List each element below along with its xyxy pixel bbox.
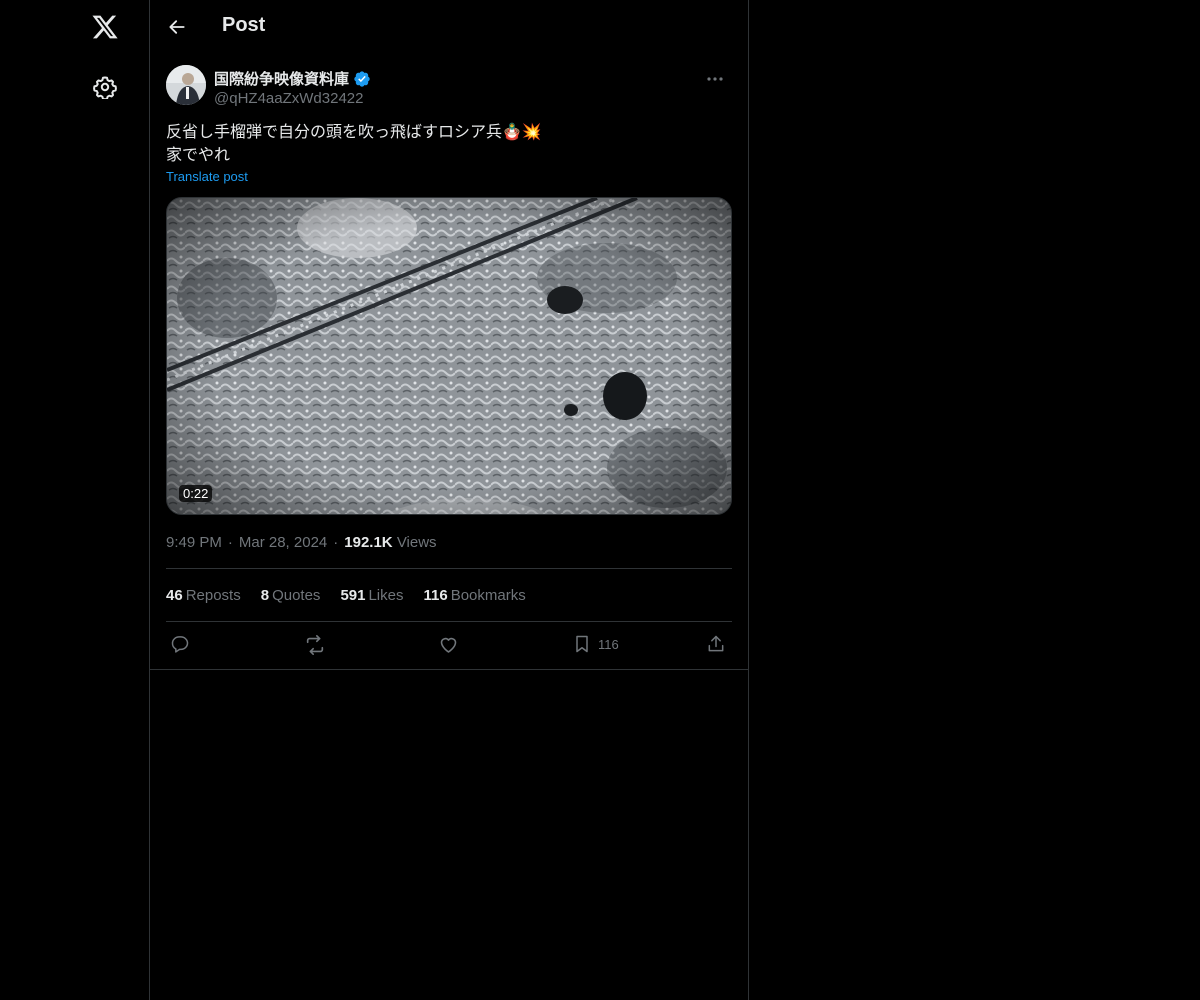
post-text-line: 家でやれ xyxy=(166,147,231,164)
meta-separator: · xyxy=(333,533,339,551)
more-options-button[interactable] xyxy=(698,64,732,94)
back-button[interactable] xyxy=(160,10,194,44)
quotes-count: 8 xyxy=(260,586,270,604)
quotes-stat[interactable]: 8 Quotes xyxy=(261,587,321,604)
post-actions: 116 xyxy=(150,622,748,670)
likes-label: Likes xyxy=(368,586,404,604)
post-stats: 46 Reposts 8 Quotes 591 Likes 116 Bookmarks xyxy=(166,568,732,622)
main-column: Post 国際紛争映像資料庫 @qHZ4aaZxWd32422 反省し手榴弾で自… xyxy=(150,0,749,1000)
views-label: Views xyxy=(396,533,437,551)
author-display-name[interactable]: 国際紛争映像資料庫 xyxy=(214,68,349,89)
bookmark-icon xyxy=(576,635,588,653)
post: 国際紛争映像資料庫 @qHZ4aaZxWd32422 反省し手榴弾で自分の頭を吹… xyxy=(150,64,748,670)
like-button[interactable] xyxy=(438,634,459,655)
bookmarks-label: Bookmarks xyxy=(450,586,526,604)
back-arrow-icon xyxy=(169,20,185,34)
x-logo-icon xyxy=(92,15,118,39)
share-icon xyxy=(708,635,724,652)
author-name-row: 国際紛争映像資料庫 xyxy=(214,68,371,89)
post-meta: 9:49 PM · Mar 28, 2024 · 192.1K Views xyxy=(166,532,732,552)
settings-button[interactable] xyxy=(81,63,129,111)
video-player[interactable]: 0:22 xyxy=(166,197,732,515)
x-logo-button[interactable] xyxy=(81,3,129,51)
avatar[interactable] xyxy=(166,65,206,105)
quotes-label: Quotes xyxy=(272,586,321,604)
meta-separator: · xyxy=(227,533,233,551)
bookmark-button[interactable]: 116 xyxy=(572,634,619,654)
video-duration-badge: 0:22 xyxy=(179,485,213,502)
more-dots-icon xyxy=(707,77,723,81)
author-handle[interactable]: @qHZ4aaZxWd32422 xyxy=(214,90,363,107)
post-text: 反省し手榴弾で自分の頭を吹っ飛ばすロシア兵🪆💥 家でやれ xyxy=(166,121,732,167)
heart-icon xyxy=(440,637,457,653)
bookmarks-stat[interactable]: 116 Bookmarks xyxy=(424,587,526,604)
reposts-stat[interactable]: 46 Reposts xyxy=(166,587,241,604)
repost-button[interactable] xyxy=(304,634,326,656)
views-count: 192.1K xyxy=(344,533,393,551)
likes-stat[interactable]: 591 Likes xyxy=(340,587,403,604)
share-button[interactable] xyxy=(706,634,726,654)
post-text-line: 反省し手榴弾で自分の頭を吹っ飛ばすロシア兵🪆💥 xyxy=(166,124,542,141)
gear-icon xyxy=(93,76,117,99)
left-nav-rail xyxy=(0,0,150,1000)
reply-icon xyxy=(171,636,189,653)
avatar-image xyxy=(166,65,206,105)
bookmarks-count: 116 xyxy=(423,586,448,604)
reposts-label: Reposts xyxy=(185,586,241,604)
post-author: 国際紛争映像資料庫 @qHZ4aaZxWd32422 xyxy=(166,64,732,116)
repost-icon xyxy=(306,635,324,655)
page-header: Post xyxy=(150,0,748,54)
reposts-count: 46 xyxy=(166,586,183,604)
translate-post-link[interactable]: Translate post xyxy=(166,169,248,184)
reply-button[interactable] xyxy=(170,634,190,654)
bookmark-count: 116 xyxy=(598,636,619,652)
likes-count: 591 xyxy=(340,586,366,604)
video-thumbnail xyxy=(167,198,731,514)
verified-badge-icon xyxy=(354,70,370,87)
post-date[interactable]: Mar 28, 2024 xyxy=(239,534,327,551)
page: Post 国際紛争映像資料庫 @qHZ4aaZxWd32422 反省し手榴弾で自… xyxy=(0,0,1200,1000)
post-time[interactable]: 9:49 PM xyxy=(166,534,222,551)
page-title: Post xyxy=(222,14,266,36)
